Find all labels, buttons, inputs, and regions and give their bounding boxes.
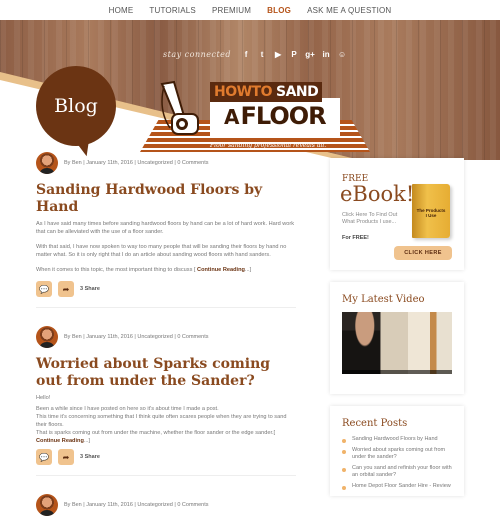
blog-post-list: By Ben | January 11th, 2016 | Uncategori… (36, 150, 296, 518)
latest-video-widget: My Latest Video (330, 282, 464, 394)
excerpt-end-text: When it comes to this topic, the most im… (36, 267, 198, 273)
stay-connected-label: stay connected (163, 50, 232, 59)
twitter-icon[interactable]: t (257, 50, 267, 59)
comment-icon: 💬 (39, 452, 49, 462)
post-line: Been a while since I have posted on here… (36, 406, 219, 412)
sidebar: FREE eBook! Click Here To Find Out What … (330, 158, 464, 508)
video-thumbnail (342, 312, 380, 374)
post-title[interactable]: Worried about Sparks coming out from und… (36, 356, 296, 390)
post-meta: By Ben | January 11th, 2016 | Uncategori… (36, 150, 296, 176)
post-meta-text[interactable]: By Ben | January 11th, 2016 | Uncategori… (64, 160, 209, 166)
post-meta-text[interactable]: By Ben | January 11th, 2016 | Uncategori… (64, 502, 209, 508)
post-excerpt: As I have said many times before sanding… (36, 220, 296, 274)
reddit-icon[interactable]: ☺ (337, 50, 347, 59)
continue-reading-link[interactable]: Continue Reading (36, 438, 84, 444)
recent-post-link[interactable]: Home Depot Floor Sander Hire - Review (342, 483, 456, 490)
post-divider (36, 307, 296, 308)
blog-bubble-label: Blog (54, 95, 98, 117)
ebook-for-free: For FREE! (342, 235, 369, 241)
comment-icon: 💬 (39, 284, 49, 294)
comment-button[interactable]: 💬 (36, 281, 52, 297)
recent-post-link[interactable]: Can you sand and refinish your floor wit… (342, 465, 456, 479)
post-meta: By Ben | January 11th, 2016 | Uncategori… (36, 492, 296, 518)
author-avatar[interactable] (36, 152, 58, 174)
ebook-cover-image[interactable]: The Products I Use (412, 184, 450, 238)
widget-title: My Latest Video (342, 294, 425, 305)
blog-speech-bubble: Blog (36, 66, 116, 146)
recent-posts-list: Sanding Hardwood Floors by Hand Worried … (342, 436, 456, 494)
share-count: 3 Share (80, 286, 100, 292)
click-here-button[interactable]: CLICK HERE (394, 246, 452, 260)
pinterest-icon[interactable]: P (289, 50, 299, 59)
blog-post: By Ben | January 11th, 2016 | Uncategori… (36, 492, 296, 518)
floor-sander-icon (160, 80, 199, 135)
share-arrow-icon: ➦ (62, 284, 70, 294)
post-line: That is sparks coming out from under the… (36, 429, 296, 445)
share-arrow-icon: ➦ (62, 452, 70, 462)
post-paragraph: Hello! (36, 395, 51, 401)
logo-a-text: A (224, 105, 240, 129)
post-excerpt: Hello! Been a while since I have posted … (36, 394, 296, 445)
google-plus-icon[interactable]: g+ (305, 50, 315, 59)
post-divider (36, 475, 296, 476)
ebook-subtitle: Click Here To Find Out What Products I u… (342, 212, 398, 225)
blog-post: By Ben | January 11th, 2016 | Uncategori… (36, 150, 296, 308)
logo-tagline: Floor sanding professional reveals all. (210, 142, 327, 149)
post-meta-text[interactable]: By Ben | January 11th, 2016 | Uncategori… (64, 334, 209, 340)
post-title[interactable]: Sanding Hardwood Floors by Hand (36, 182, 296, 216)
author-avatar[interactable] (36, 326, 58, 348)
hero-banner: stay connected f t ▶ P g+ in ☺ Blog HOWT… (0, 20, 500, 160)
ebook-widget[interactable]: FREE eBook! Click Here To Find Out What … (330, 158, 464, 270)
recent-post-link[interactable]: Worried about sparks coming out from und… (342, 447, 456, 461)
continue-suffix: ...] (244, 267, 252, 273)
nav-ask-me-a-question[interactable]: ASK ME A QUESTION (307, 6, 391, 15)
site-logo[interactable]: HOWTO SAND AFLOOR Floor sanding professio… (140, 76, 370, 160)
post-meta: By Ben | January 11th, 2016 | Uncategori… (36, 324, 296, 350)
author-avatar[interactable] (36, 494, 58, 516)
video-player[interactable] (342, 312, 452, 374)
nav-tutorials[interactable]: TUTORIALS (149, 6, 196, 15)
post-paragraph: As I have said many times before sanding… (36, 221, 295, 235)
post-actions: 💬 ➦ 3 Share (36, 449, 296, 465)
recent-posts-widget: Recent Posts Sanding Hardwood Floors by … (330, 406, 464, 496)
logo-floor-text: FLOOR (240, 102, 326, 130)
post-line: This time it's concerning something that… (36, 414, 287, 428)
comment-button[interactable]: 💬 (36, 449, 52, 465)
share-count: 3 Share (80, 454, 100, 460)
logo-a-floor: AFLOOR (224, 102, 327, 130)
top-nav: HOME TUTORIALS PREMIUM BLOG ASK ME A QUE… (0, 0, 500, 20)
recent-post-link[interactable]: Sanding Hardwood Floors by Hand (342, 436, 456, 443)
logo-how-to-sand: HOWTO SAND (210, 82, 323, 102)
post-line-text: That is sparks coming out from under the… (36, 430, 276, 436)
youtube-icon[interactable]: ▶ (273, 50, 283, 59)
logo-how-to-text: HOWTO (214, 84, 273, 100)
facebook-icon[interactable]: f (241, 50, 251, 59)
nav-premium[interactable]: PREMIUM (212, 6, 251, 15)
post-actions: 💬 ➦ 3 Share (36, 281, 296, 297)
nav-blog[interactable]: BLOG (267, 6, 291, 15)
widget-title: Recent Posts (342, 418, 408, 429)
ebook-cover-label: The Products I Use (416, 208, 446, 218)
post-paragraph: With that said, I have now spoken to way… (36, 244, 287, 258)
video-controls-bar[interactable] (342, 370, 452, 374)
share-button[interactable]: ➦ (58, 281, 74, 297)
continue-suffix: ...] (83, 438, 91, 444)
continue-reading-link[interactable]: Continue Reading (197, 267, 245, 273)
share-button[interactable]: ➦ (58, 449, 74, 465)
post-paragraph: When it comes to this topic, the most im… (36, 266, 296, 274)
stay-connected-bar: stay connected f t ▶ P g+ in ☺ (163, 50, 347, 59)
logo-sand-text: SAND (276, 84, 319, 100)
ebook-title: eBook! (340, 182, 415, 206)
blog-post: By Ben | January 11th, 2016 | Uncategori… (36, 324, 296, 476)
nav-home[interactable]: HOME (109, 6, 134, 15)
linkedin-icon[interactable]: in (321, 50, 331, 59)
